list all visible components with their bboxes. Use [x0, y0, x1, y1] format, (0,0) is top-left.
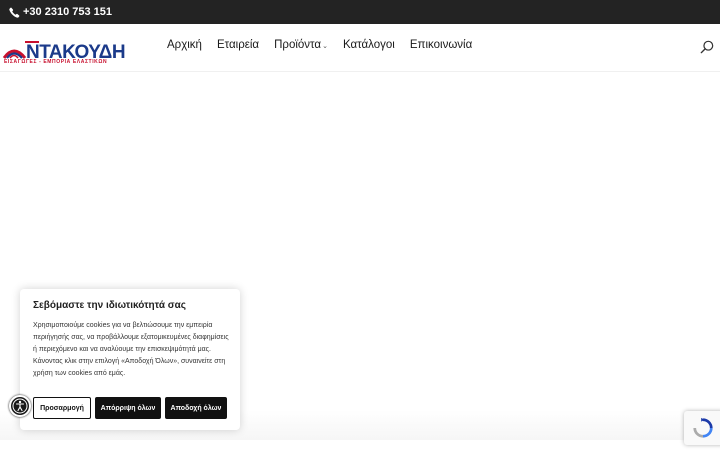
- nav-item-contact[interactable]: Επικοινωνία: [410, 39, 472, 51]
- nav-item-products[interactable]: Προϊόντα⌄: [274, 39, 328, 51]
- nav-item-products-label: Προϊόντα: [274, 39, 322, 51]
- customize-button[interactable]: Προσαρμογή: [33, 397, 91, 419]
- nav-item-home[interactable]: Αρχική: [167, 39, 202, 51]
- search-icon[interactable]: [700, 40, 714, 54]
- nav-item-company[interactable]: Εταιρεία: [217, 39, 259, 51]
- accept-all-button[interactable]: Αποδοχή όλων: [165, 397, 227, 419]
- recaptcha-icon: [693, 417, 713, 438]
- site-header: ΝΤΑΚΟΥΔΗ ΕΙΣΑΓΩΓΕΣ - ΕΜΠΟΡΙΑ ΕΛΑΣΤΙΚΩΝ Α…: [0, 24, 720, 72]
- brand-logo[interactable]: ΝΤΑΚΟΥΔΗ ΕΙΣΑΓΩΓΕΣ - ΕΜΠΟΡΙΑ ΕΛΑΣΤΙΚΩΝ: [3, 40, 143, 66]
- cookie-buttons: Προσαρμογή Απόρριψη όλων Αποδοχή όλων: [33, 397, 227, 419]
- logo-tagline: ΕΙΣΑΓΩΓΕΣ - ΕΜΠΟΡΙΑ ΕΛΑΣΤΙΚΩΝ: [4, 59, 108, 65]
- reject-all-button[interactable]: Απόρριψη όλων: [95, 397, 161, 419]
- nav-item-catalogs[interactable]: Κατάλογοι: [343, 39, 395, 51]
- cookie-consent-banner: Σεβόμαστε την ιδιωτικότητά σας Χρησιμοπο…: [20, 289, 240, 430]
- cookie-text: Χρησιμοποιούμε cookies για να βελτιώσουμ…: [33, 322, 229, 377]
- recaptcha-badge[interactable]: [684, 411, 720, 445]
- main-navigation: Αρχική Εταιρεία Προϊόντα⌄ Κατάλογοι Επικ…: [167, 39, 472, 51]
- phone-icon: [9, 7, 20, 18]
- chevron-down-icon: ⌄: [322, 43, 328, 50]
- cookie-title: Σεβόμαστε την ιδιωτικότητά σας: [33, 300, 186, 311]
- phone-number[interactable]: +30 2310 753 151: [23, 6, 112, 18]
- top-contact-bar: +30 2310 753 151: [0, 0, 720, 24]
- accessibility-icon[interactable]: [9, 395, 31, 417]
